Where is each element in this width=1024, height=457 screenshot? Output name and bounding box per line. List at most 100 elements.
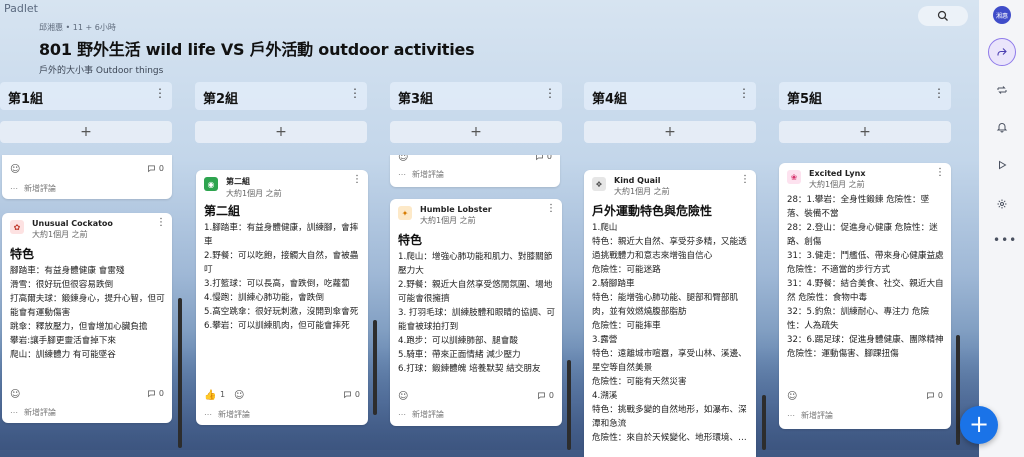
add-comment-link[interactable]: ⋯ 新增評論	[10, 183, 56, 194]
author-name: Unusual Cockatoo	[32, 219, 113, 228]
reaction-icon[interactable]: ☺	[10, 389, 20, 400]
add-comment-link[interactable]: ⋯ 新增評論	[398, 409, 444, 420]
column-menu-icon[interactable]: ⋮	[738, 86, 750, 100]
card-body: 戶外運動特色與危險性 1.爬山 特色：親近大自然、享受芬多精，又能透過挑戰體力和…	[592, 202, 750, 445]
column-scrollbar[interactable]	[178, 298, 182, 448]
post-card[interactable]: ☺ 0 ⋯ 新增評論	[390, 155, 560, 187]
author-name: 第二組	[226, 177, 250, 186]
board-header: 邱湘惠 • 11 + 6小時 801 野外生活 wild life VS 戶外活…	[39, 22, 475, 76]
user-avatar[interactable]: 湘惠	[993, 6, 1011, 24]
column-header-5[interactable]: 第5組 ⋮	[779, 82, 951, 110]
post-card[interactable]: ✦ Humble Lobster 大約1個月 之前 ⋮ 特色 1.爬山：增強心肺…	[390, 199, 562, 426]
column-menu-icon[interactable]: ⋮	[349, 86, 361, 100]
column-scrollbar[interactable]	[762, 395, 766, 450]
notifications-button[interactable]	[988, 113, 1016, 141]
comment-add-icon: ⋯	[787, 411, 795, 420]
card-heading: 特色	[398, 233, 423, 247]
card-reactions: ☺ 0	[10, 389, 164, 401]
post-card[interactable]: ◉ 第二組 大約1個月 之前 ⋮ 第二組 1.腳踏車：有益身體健康，訓練腳，會摔…	[196, 170, 368, 425]
like-icon[interactable]: 👍	[204, 390, 216, 401]
add-post-button[interactable]: +	[390, 121, 562, 143]
card-author: ✿ Unusual Cockatoo 大約1個月 之前	[10, 219, 113, 240]
author-avatar-icon: ◉	[204, 177, 218, 191]
add-post-button[interactable]: +	[779, 121, 951, 143]
reaction-icon[interactable]: ☺	[398, 155, 408, 163]
card-heading: 戶外運動特色與危險性	[592, 204, 713, 218]
reaction-icon[interactable]: ☺	[398, 391, 408, 402]
add-post-button[interactable]: +	[0, 121, 172, 143]
author-name: Humble Lobster	[420, 205, 492, 214]
post-time: 大約1個月 之前	[809, 180, 865, 189]
gear-icon	[997, 199, 1007, 209]
card-body: 特色 腳踏車：有益身體健康 會雷殘 滑雪：很好玩但很容易跌倒 打高爾夫球：鍛鍊身…	[10, 245, 166, 362]
add-post-fab[interactable]: +	[960, 406, 998, 444]
search-button[interactable]	[918, 6, 968, 26]
post-time: 大約1個月 之前	[420, 216, 476, 225]
column-menu-icon[interactable]: ⋮	[154, 86, 166, 100]
column-title: 第5組	[787, 92, 823, 107]
column-title: 第1組	[8, 92, 44, 107]
add-comment-row[interactable]: ⋯ 新增評論	[204, 409, 360, 421]
board-subtitle: 戶外的大小事 Outdoor things	[39, 66, 164, 76]
post-card[interactable]: ❖ Kind Quail 大約1個月 之前 ⋮ 戶外運動特色與危險性 1.爬山 …	[584, 170, 756, 457]
column-header-1[interactable]: 第1組 ⋮	[0, 82, 172, 110]
slideshow-button[interactable]	[988, 151, 1016, 179]
comment-icon	[927, 392, 934, 400]
share-button[interactable]	[988, 38, 1016, 66]
add-comment-link[interactable]: ⋯ 新增評論	[787, 410, 833, 421]
post-card[interactable]: ✿ Unusual Cockatoo 大約1個月 之前 ⋮ 特色 腳踏車：有益身…	[2, 213, 172, 423]
card-reactions: ☺ 0	[10, 164, 164, 176]
card-author: ❀ Excited Lynx 大約1個月 之前	[787, 169, 866, 190]
card-menu-icon[interactable]: ⋮	[156, 217, 166, 228]
more-icon[interactable]: •••	[993, 233, 1017, 247]
reaction-icon[interactable]: ☺	[234, 390, 244, 401]
add-comment-row[interactable]: ⋯ 新增評論	[10, 183, 164, 195]
remake-button[interactable]	[988, 76, 1016, 104]
like-count: 1	[220, 390, 226, 399]
bell-icon	[996, 123, 1008, 133]
comment-icon	[148, 165, 155, 173]
settings-button[interactable]	[988, 190, 1016, 218]
card-menu-icon[interactable]: ⋮	[352, 174, 362, 185]
comment-add-icon: ⋯	[10, 408, 18, 417]
comment-icon	[536, 155, 543, 161]
comment-add-icon: ⋯	[398, 410, 406, 419]
column-header-4[interactable]: 第4組 ⋮	[584, 82, 756, 110]
add-comment-row[interactable]: ⋯ 新增評論	[398, 169, 552, 181]
add-comment-row[interactable]: ⋯ 新增評論	[10, 407, 164, 419]
card-reactions: ☺ 0	[398, 155, 552, 164]
column-scrollbar[interactable]	[567, 360, 571, 450]
reaction-icon[interactable]: ☺	[10, 164, 20, 175]
column-menu-icon[interactable]: ⋮	[933, 86, 945, 100]
card-menu-icon[interactable]: ⋮	[546, 203, 556, 214]
comment-icon	[148, 390, 155, 398]
reaction-icon[interactable]: ☺	[787, 391, 797, 402]
card-reactions: 👍 1 ☺ 0	[204, 390, 360, 402]
post-time: 大約1個月 之前	[226, 189, 282, 198]
card-menu-icon[interactable]: ⋮	[935, 167, 945, 178]
add-comment-link[interactable]: ⋯ 新增評論	[398, 169, 444, 180]
brand-logo[interactable]: Padlet	[4, 2, 38, 15]
column-menu-icon[interactable]: ⋮	[544, 86, 556, 100]
add-comment-link[interactable]: ⋯ 新增評論	[10, 407, 56, 418]
comment-count: 0	[147, 389, 164, 398]
card-text: 28：1.攀岩：全身性鍛鍊 危險性：墜落、裝備不當 28：2.登山：促進身心健康…	[787, 195, 944, 359]
remake-icon	[997, 86, 1007, 94]
card-menu-icon[interactable]: ⋮	[740, 174, 750, 185]
column-header-2[interactable]: 第2組 ⋮	[195, 82, 367, 110]
add-comment-row[interactable]: ⋯ 新增評論	[398, 409, 554, 421]
add-post-button[interactable]: +	[195, 121, 367, 143]
card-author: ◉ 第二組 大約1個月 之前	[204, 176, 282, 199]
post-card[interactable]: ☺ 0 ⋯ 新增評論	[2, 155, 172, 199]
add-comment-row[interactable]: ⋯ 新增評論	[787, 410, 943, 422]
post-card[interactable]: ❀ Excited Lynx 大約1個月 之前 ⋮ 28：1.攀岩：全身性鍛鍊 …	[779, 163, 951, 429]
column-scrollbar[interactable]	[373, 320, 377, 415]
comment-count: 0	[535, 155, 552, 161]
card-author: ❖ Kind Quail 大約1個月 之前	[592, 176, 670, 197]
author-avatar-icon: ❖	[592, 177, 606, 191]
add-post-button[interactable]: +	[584, 121, 756, 143]
author-avatar-icon: ✿	[10, 220, 24, 234]
column-header-3[interactable]: 第3組 ⋮	[390, 82, 562, 110]
comment-count: 0	[537, 391, 554, 400]
add-comment-link[interactable]: ⋯ 新增評論	[204, 409, 250, 420]
